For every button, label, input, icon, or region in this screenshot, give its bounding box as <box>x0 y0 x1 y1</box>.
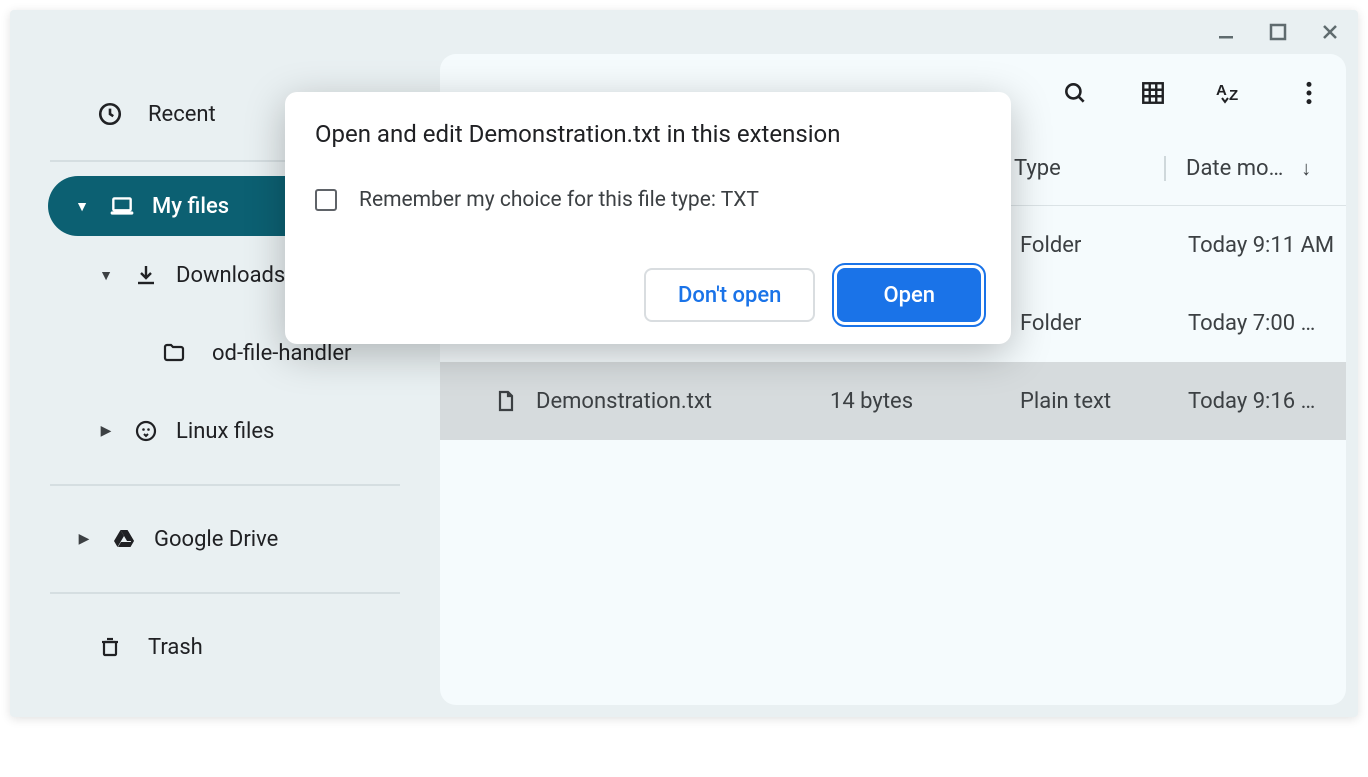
grid-view-icon[interactable] <box>1136 76 1170 110</box>
file-date: Today 7:00 … <box>1188 311 1346 336</box>
more-icon[interactable] <box>1292 76 1326 110</box>
chevron-down-icon: ▼ <box>96 267 116 284</box>
file-date: Today 9:16 … <box>1188 389 1346 414</box>
sidebar-item-drive[interactable]: ▶ Google Drive <box>10 500 440 578</box>
sidebar-label-myfiles: My files <box>152 194 229 219</box>
download-icon <box>130 263 162 287</box>
trash-icon <box>94 635 126 659</box>
dont-open-button[interactable]: Don't open <box>644 268 815 322</box>
chevron-right-icon: ▶ <box>96 423 116 439</box>
column-type[interactable]: Type <box>996 156 1164 181</box>
sidebar-label-recent: Recent <box>148 102 216 127</box>
chevron-down-icon: ▼ <box>72 198 92 215</box>
file-type: Folder <box>1020 311 1188 336</box>
file-row-demonstration[interactable]: Demonstration.txt 14 bytes Plain text To… <box>440 362 1346 440</box>
sidebar-label-downloads: Downloads <box>176 263 285 288</box>
column-date-label: Date mo… <box>1186 156 1283 181</box>
sidebar-item-trash[interactable]: Trash <box>10 608 440 686</box>
sidebar-label-handler: od-file-handler <box>212 341 351 366</box>
sidebar-item-linux[interactable]: ▶ Linux files <box>10 392 440 470</box>
minimize-button[interactable] <box>1206 15 1246 49</box>
laptop-icon <box>106 193 138 219</box>
chevron-right-icon: ▶ <box>74 531 94 547</box>
sort-az-icon[interactable]: AZ <box>1214 76 1248 110</box>
linux-icon <box>130 419 162 443</box>
dialog-title: Open and edit Demonstration.txt in this … <box>315 120 981 148</box>
remember-label: Remember my choice for this file type: T… <box>359 188 759 212</box>
svg-text:Z: Z <box>1229 87 1238 104</box>
clock-icon <box>94 101 126 127</box>
sidebar-label-drive: Google Drive <box>154 527 278 552</box>
maximize-button[interactable] <box>1258 15 1298 49</box>
svg-text:A: A <box>1216 82 1227 99</box>
file-type: Plain text <box>1020 389 1188 414</box>
file-manager-window: Recent ▼ My files ▼ Downloads <box>10 10 1358 717</box>
file-name: Demonstration.txt <box>536 389 830 414</box>
file-type: Folder <box>1020 233 1188 258</box>
close-button[interactable] <box>1310 15 1350 49</box>
open-button[interactable]: Open <box>837 268 981 322</box>
drive-icon <box>108 527 140 551</box>
sort-desc-icon: ↓ <box>1301 156 1311 181</box>
sidebar-label-linux: Linux files <box>176 419 274 444</box>
search-icon[interactable] <box>1058 76 1092 110</box>
folder-icon <box>158 341 190 365</box>
sidebar-label-trash: Trash <box>148 635 203 660</box>
titlebar <box>10 10 1358 54</box>
open-confirm-dialog: Open and edit Demonstration.txt in this … <box>285 92 1011 344</box>
remember-checkbox[interactable] <box>315 189 337 211</box>
file-size: 14 bytes <box>830 389 1020 414</box>
file-date: Today 9:11 AM <box>1188 233 1346 258</box>
file-icon <box>476 389 536 413</box>
column-date[interactable]: Date mo… ↓ <box>1164 156 1346 181</box>
